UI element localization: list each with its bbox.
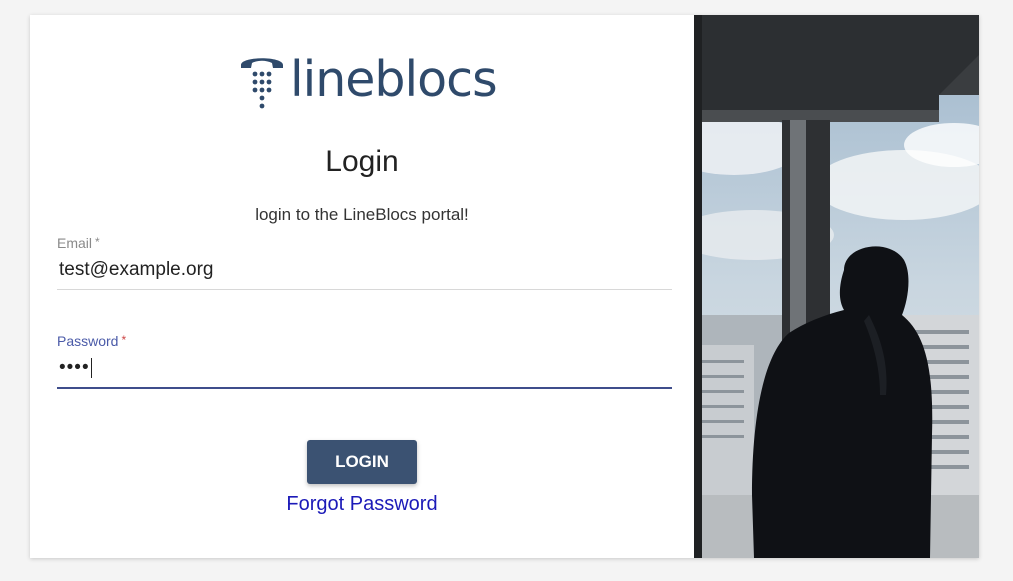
brand-name: lineblocs [290,50,498,108]
email-field-group: Email * [57,235,674,290]
password-required-mark: * [121,333,127,347]
email-underline [57,289,672,290]
login-card: lineblocs Login login to the LineBlocs p… [30,15,979,558]
forgot-password-link[interactable]: Forgot Password [30,493,694,516]
brand-logo: lineblocs [238,50,498,111]
password-underline [57,387,672,389]
login-form-panel: lineblocs Login login to the LineBlocs p… [30,15,694,558]
password-label: Password * [57,333,127,349]
password-input[interactable]: •••• [57,355,672,381]
office-window-photo [694,15,979,558]
login-button[interactable]: LOGIN [307,440,417,484]
email-input[interactable] [57,257,674,283]
password-masked-value: •••• [59,357,90,378]
email-label: Email * [57,235,100,251]
password-field-group: Password * •••• [57,333,672,389]
text-caret [90,357,92,378]
email-required-mark: * [95,235,100,249]
hero-photo [694,15,979,558]
phone-keypad-icon [241,58,283,109]
page-title: Login [325,145,399,178]
page-subtitle: login to the LineBlocs portal! [255,205,469,224]
